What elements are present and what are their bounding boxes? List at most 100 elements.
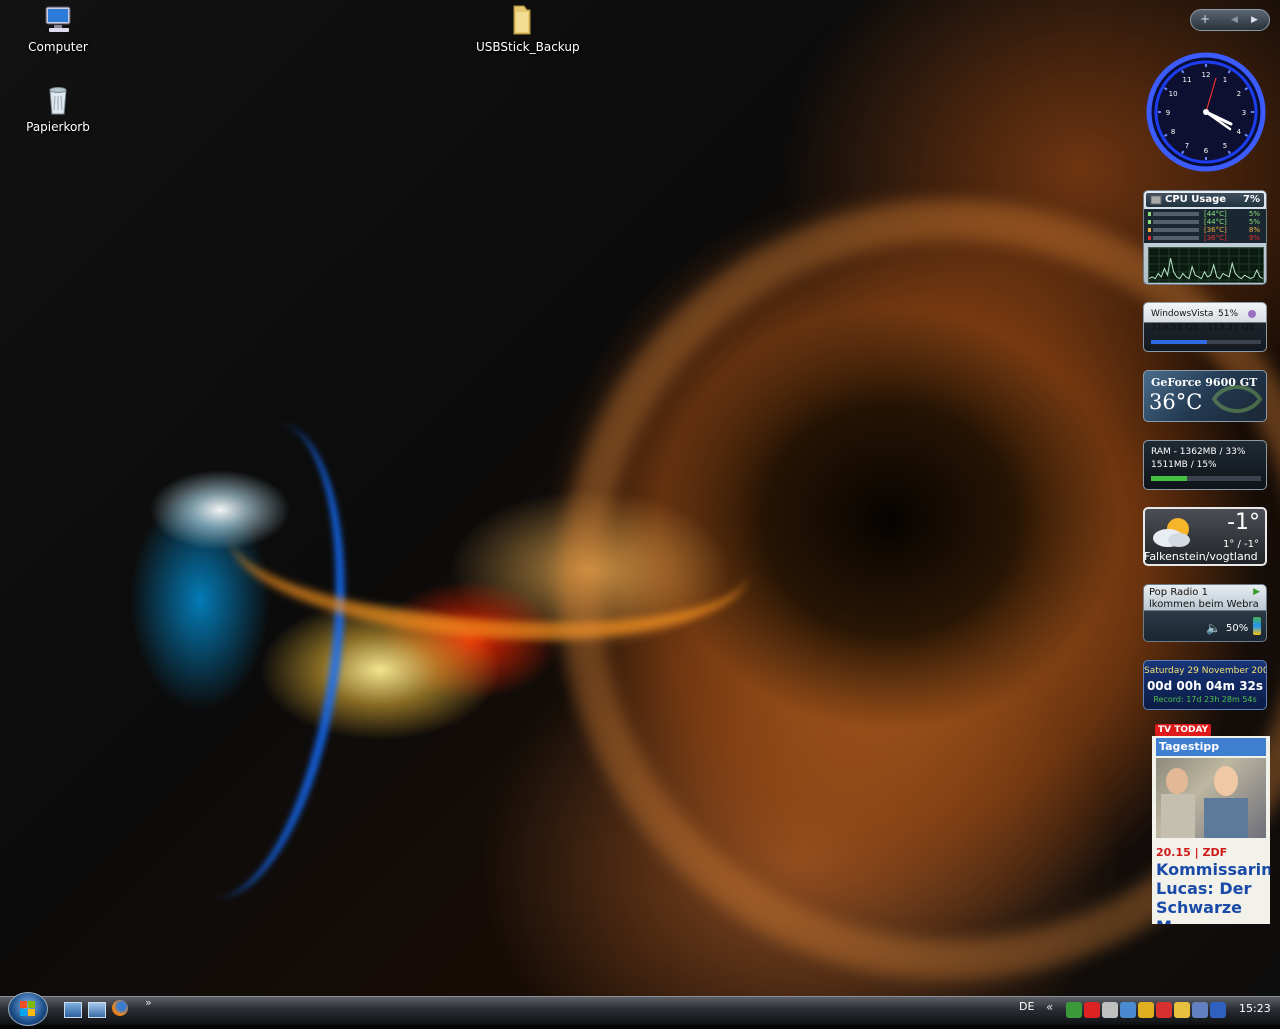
tray-monitor-icon[interactable]	[1102, 1002, 1118, 1018]
gpu-name: GeForce 9600 GT	[1151, 376, 1258, 389]
countdown-elapsed: 00d 00h 04m 32s	[1146, 679, 1264, 693]
clock-tick	[1181, 69, 1185, 74]
cpu-core-bar	[1153, 220, 1199, 224]
clock-number: 7	[1185, 142, 1189, 150]
tray-expand-chevron[interactable]: «	[1046, 1000, 1053, 1014]
cpu-total: 7%	[1243, 194, 1260, 205]
clock-number: 2	[1237, 90, 1241, 98]
tvtoday-time-channel: 20.15 | ZDF	[1156, 846, 1228, 859]
cpu-core-swatch	[1148, 236, 1151, 240]
clock-number: 3	[1242, 109, 1246, 117]
weather-range: 1° / -1°	[1222, 539, 1259, 550]
speaker-icon[interactable]: 🔈	[1206, 621, 1221, 635]
cpu-core-temp: [44°C]	[1204, 210, 1227, 218]
tray-mail-icon[interactable]	[1174, 1002, 1190, 1018]
cpu-core-row: [44°C] 5%	[1148, 218, 1264, 226]
cpu-core-swatch	[1148, 220, 1151, 224]
quicklaunch-chevron[interactable]: »	[145, 996, 152, 1009]
desktop-icon-recycle-bin[interactable]: Papierkorb	[12, 84, 104, 134]
cpu-core-temp: [44°C]	[1204, 218, 1227, 226]
analog-clock: 121234567891011	[1146, 52, 1266, 172]
tvtoday-gadget[interactable]: TV TODAY Tagestipp 20.15 | ZDF Kommissar…	[1152, 724, 1270, 924]
gpu-temperature: 36°C	[1149, 390, 1203, 414]
cpu-core-bar	[1153, 228, 1199, 232]
radio-gadget[interactable]: Pop Radio 1 ▶ lkommen beim Webra 🔈 50%	[1143, 584, 1267, 642]
start-button[interactable]	[8, 992, 48, 1026]
drive-gadget[interactable]: WindowsVista 51% 119.58 GB / 113.31 GB	[1143, 302, 1267, 352]
cpu-core-row: [36°C] 9%	[1148, 234, 1264, 242]
clock-number: 11	[1183, 76, 1192, 84]
tray-app-icon[interactable]	[1138, 1002, 1154, 1018]
weather-temperature: -1°	[1227, 510, 1260, 535]
clock-number: 1	[1223, 76, 1227, 84]
ram-usage-bar	[1151, 476, 1261, 481]
taskbar-clock[interactable]: 15:23	[1239, 1002, 1271, 1015]
drive-usage-fill	[1151, 340, 1208, 344]
tray-network-icon[interactable]	[1120, 1002, 1136, 1018]
clock-gadget[interactable]: 12 1 2 3 4 5 6 7 8 9 10 11	[1146, 52, 1266, 172]
tvtoday-title[interactable]: Kommissarin Lucas: Der Schwarze M...	[1156, 860, 1270, 924]
countdown-date: Saturday 29 November 2008	[1144, 666, 1267, 676]
sidebar-add-button[interactable]: +	[1200, 12, 1210, 26]
clock-tick	[1244, 133, 1249, 137]
quicklaunch-firefox[interactable]	[112, 1000, 128, 1016]
clock-tick	[1181, 150, 1185, 155]
radio-play-icon[interactable]: ▶	[1253, 587, 1260, 597]
cpu-core-percent: 8%	[1248, 226, 1260, 234]
sidebar-prev-button[interactable]: ◀	[1231, 15, 1238, 25]
clock-number: 5	[1223, 142, 1227, 150]
desktop-icon-computer[interactable]: Computer	[12, 4, 104, 54]
tray-volume-icon[interactable]	[1210, 1002, 1226, 1018]
cpu-history-line	[1149, 258, 1263, 280]
radio-station: Pop Radio 1	[1149, 587, 1208, 598]
radio-volume: 50%	[1226, 623, 1249, 634]
cpu-core-percent: 9%	[1248, 234, 1260, 242]
clock-tick	[1227, 150, 1231, 155]
weather-gadget[interactable]: -1° 1° / -1° Falkenstein/vogtland	[1143, 507, 1267, 566]
clock-tick	[1163, 87, 1168, 91]
quicklaunch-switch-windows[interactable]	[88, 1002, 106, 1018]
cpu-history-graph	[1148, 247, 1264, 283]
tvtoday-header: Tagestipp	[1156, 738, 1266, 756]
countdown-gadget[interactable]: Saturday 29 November 2008 00d 00h 04m 32…	[1143, 660, 1267, 710]
cpu-chip-icon	[1150, 195, 1162, 205]
clock-tick	[1244, 87, 1249, 91]
tvtoday-photo	[1156, 758, 1266, 838]
cpu-title: CPU Usage	[1165, 194, 1227, 205]
desktop-wallpaper[interactable]: Computer USBStick_Backup Papierkorb + ◀ …	[0, 0, 1280, 996]
desktop-icon-label: Papierkorb	[26, 120, 90, 134]
drive-percent: 51%	[1218, 309, 1239, 319]
tray-record-icon[interactable]	[1084, 1002, 1100, 1018]
ram-usage-line1: RAM - 1362MB / 33%	[1151, 447, 1246, 457]
ram-usage-line2: 1511MB / 15%	[1151, 460, 1217, 470]
cpu-core-swatch	[1148, 228, 1151, 232]
language-indicator[interactable]: DE	[1019, 1000, 1034, 1013]
cpu-core-row: [36°C] 8%	[1148, 226, 1264, 234]
cpu-core-bar	[1153, 212, 1199, 216]
clock-number: 6	[1204, 147, 1209, 155]
cpu-usage-gadget[interactable]: CPU Usage 7% [44°C] 5% [44°C] 5% [36°C] 8% [36…	[1143, 190, 1267, 285]
folder-icon	[506, 4, 538, 36]
ram-usage-fill	[1151, 476, 1188, 481]
partly-cloudy-icon	[1153, 518, 1190, 547]
weather-location: Falkenstein/vogtland	[1144, 550, 1258, 563]
clock-tick	[1227, 69, 1231, 74]
tray-green-icon[interactable]	[1066, 1002, 1082, 1018]
windows-logo-icon	[20, 1001, 35, 1016]
cpu-core-swatch	[1148, 212, 1151, 216]
drive-name: WindowsVista	[1151, 309, 1214, 319]
sidebar-controls: + ◀ ▶	[1190, 9, 1270, 31]
tray-display-icon[interactable]	[1192, 1002, 1208, 1018]
drive-status-icon	[1248, 310, 1256, 318]
tray-alert-icon[interactable]	[1156, 1002, 1172, 1018]
countdown-record: Record: 17d 23h 28m 54s	[1153, 695, 1257, 704]
sidebar-next-button[interactable]: ▶	[1251, 15, 1258, 25]
radio-ticker: lkommen beim Webra	[1149, 599, 1259, 610]
gpu-gadget[interactable]: GeForce 9600 GT 36°C	[1143, 370, 1267, 422]
tvtoday-logo: TV TODAY	[1155, 724, 1212, 736]
clock-number: 4	[1237, 128, 1242, 136]
cpu-core-percent: 5%	[1248, 210, 1260, 218]
desktop-icon-usbstick-backup[interactable]: USBStick_Backup	[476, 4, 580, 54]
ram-gadget[interactable]: RAM - 1362MB / 33% 1511MB / 15%	[1143, 440, 1267, 490]
quicklaunch-show-desktop[interactable]	[64, 1002, 82, 1018]
